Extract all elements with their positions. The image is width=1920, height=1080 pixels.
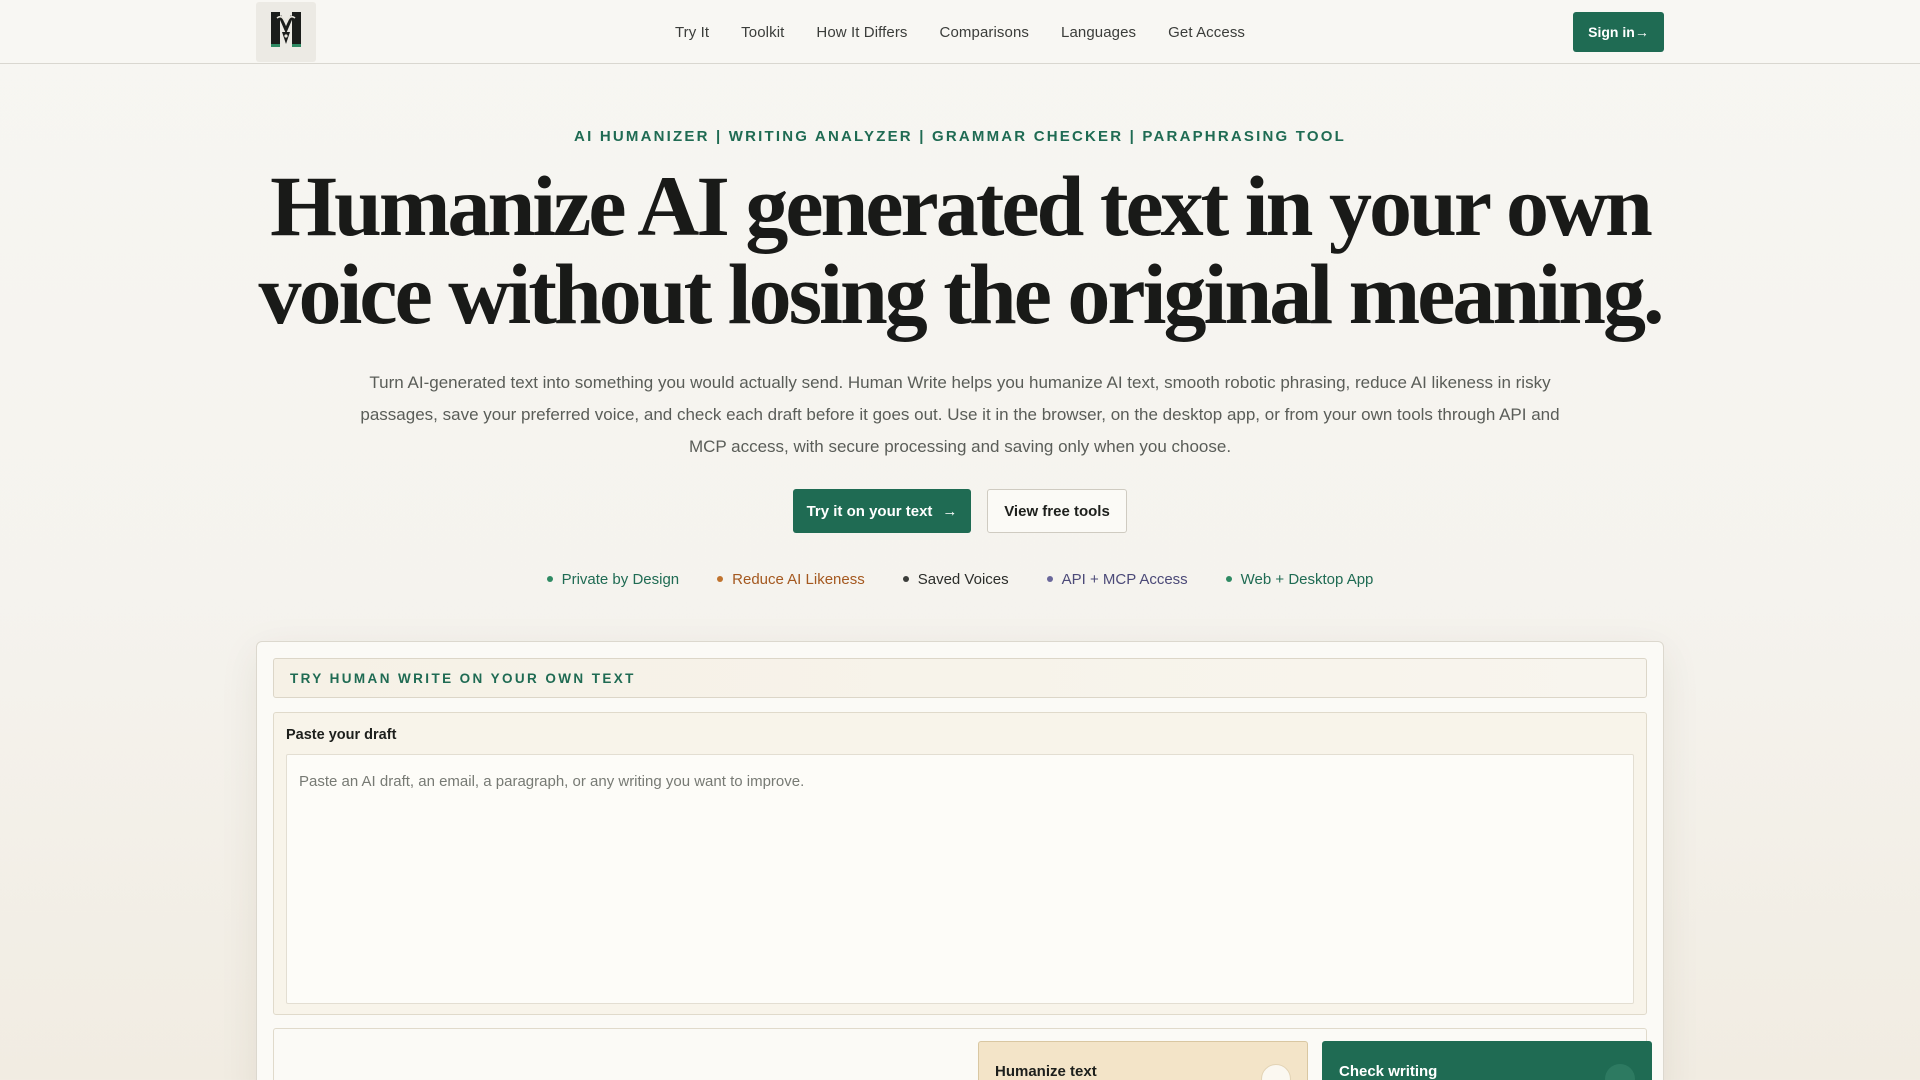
feature-item: Saved Voices (902, 570, 1009, 588)
nav-link-how-it-differs[interactable]: How It Differs (800, 24, 923, 41)
cta-row: Try it on your text → View free tools (0, 489, 1920, 533)
feature-label: Saved Voices (917, 570, 1009, 588)
try-it-button[interactable]: Try it on your text → (793, 489, 971, 533)
feature-item: Private by Design (546, 570, 680, 588)
headline-line-1: Humanize AI generated text in your own (270, 158, 1653, 254)
hero-eyebrow: AI HUMANIZER | WRITING ANALYZER | GRAMMA… (574, 128, 1346, 145)
nav-link-languages[interactable]: Languages (1045, 24, 1152, 41)
bullet-dot-icon (546, 576, 553, 582)
draft-section: Paste your draft (273, 712, 1647, 1015)
feature-item: Web + Desktop App (1225, 570, 1374, 588)
draft-label: Paste your draft (286, 727, 397, 743)
bullet-dot-icon (1046, 576, 1053, 582)
headline-line-2: voice without losing the original meanin… (258, 246, 1665, 342)
feature-label: Private by Design (561, 570, 680, 588)
action-bar: Humanize text → Check writing → (273, 1028, 1652, 1080)
nav-link-toolkit[interactable]: Toolkit (725, 24, 800, 41)
sign-in-button[interactable]: Sign in→ (1573, 12, 1664, 52)
feature-label: Reduce AI Likeness (732, 570, 865, 588)
feature-list: Private by Design Reduce AI Likeness Sav… (0, 568, 1920, 590)
nav-link-try-it[interactable]: Try It (659, 24, 725, 41)
arrow-right-icon: → (942, 502, 958, 520)
feature-label: API + MCP Access (1061, 570, 1188, 588)
human-write-logo-icon (268, 10, 304, 55)
try-it-label: Try it on your text (806, 502, 933, 520)
feature-item: Reduce AI Likeness (717, 571, 865, 588)
try-panel-heading: TRY HUMAN WRITE ON YOUR OWN TEXT (273, 658, 1647, 698)
hero-description: Turn AI-generated text into something yo… (360, 373, 1560, 456)
check-writing-button[interactable]: Check writing → (1322, 1041, 1652, 1080)
nav-link-get-access[interactable]: Get Access (1152, 24, 1261, 41)
humanize-label: Humanize text (995, 1062, 1097, 1080)
check-label: Check writing (1339, 1062, 1438, 1080)
hero-headline: Humanize AI generated text in your own v… (0, 162, 1920, 338)
bullet-dot-icon (717, 576, 724, 582)
feature-item: API + MCP Access (1046, 570, 1188, 588)
humanize-text-button[interactable]: Humanize text → (978, 1041, 1308, 1080)
bullet-dot-icon (1225, 576, 1232, 582)
try-panel: TRY HUMAN WRITE ON YOUR OWN TEXT Paste y… (256, 641, 1664, 1080)
home-logo-link[interactable] (256, 2, 316, 62)
arrow-right-icon: → (1261, 1064, 1291, 1080)
draft-textarea[interactable] (286, 754, 1634, 1004)
top-navigation: Try It Toolkit How It Differs Comparison… (0, 0, 1920, 64)
arrow-right-icon: → (1605, 1064, 1635, 1080)
feature-label: Web + Desktop App (1240, 570, 1374, 588)
nav-link-comparisons[interactable]: Comparisons (924, 24, 1045, 41)
bullet-dot-icon (902, 576, 909, 582)
view-free-tools-button[interactable]: View free tools (987, 489, 1127, 533)
